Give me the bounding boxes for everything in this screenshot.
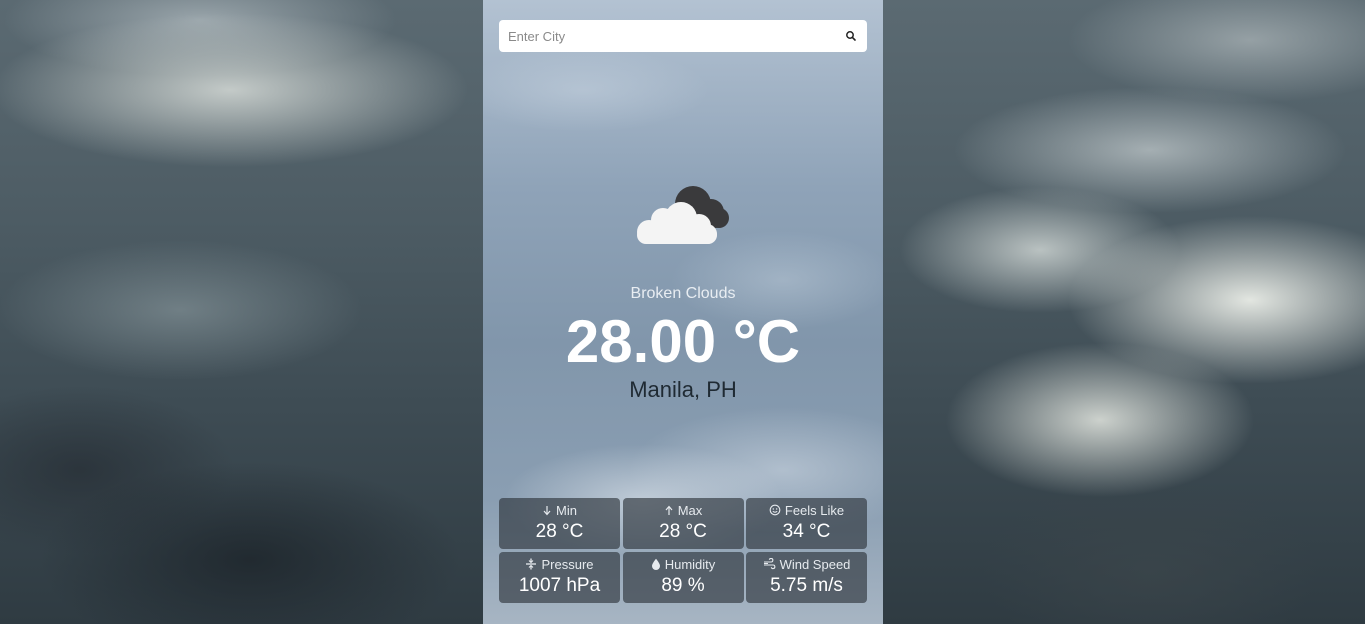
wind-icon	[763, 558, 776, 570]
stat-label: Feels Like	[784, 502, 845, 518]
broken-clouds-icon	[633, 182, 733, 248]
arrow-down-icon	[542, 505, 552, 516]
stat-pressure: Pressure 1007 hPa	[499, 552, 620, 603]
stat-value: 89 %	[661, 575, 705, 596]
stat-value: 5.75 m/s	[770, 575, 843, 596]
stat-label: Min	[556, 502, 577, 518]
stat-feels-like: Feels Like 34 °C	[746, 498, 867, 549]
weather-panel: Broken Clouds 28.00 °C Manila, PH Min 28…	[483, 0, 883, 624]
weather-condition: Broken Clouds	[630, 285, 736, 302]
stat-value: 28 °C	[535, 521, 584, 542]
stat-value: 34 °C	[782, 521, 831, 542]
stat-label: Max	[677, 502, 703, 518]
stat-label: Humidity	[664, 556, 716, 572]
current-temperature: 28.00 °C	[565, 308, 801, 375]
arrow-up-icon	[664, 505, 674, 516]
search-icon[interactable]	[843, 28, 859, 44]
stat-humidity: Humidity 89 %	[622, 552, 744, 603]
city-location: Manila, PH	[629, 377, 737, 402]
stat-value: 1007 hPa	[518, 575, 601, 596]
stat-label: Wind Speed	[779, 556, 851, 572]
stat-min: Min 28 °C	[499, 498, 620, 549]
city-search-input[interactable]	[508, 26, 828, 46]
stat-max: Max 28 °C	[622, 498, 744, 549]
search-bar	[499, 20, 867, 52]
stat-label: Pressure	[541, 556, 594, 572]
droplet-icon	[651, 558, 661, 570]
weather-stats-grid: Min 28 °C Max 28 °C Feels Like 34 °C Pre…	[499, 498, 867, 603]
pressure-icon	[525, 558, 537, 570]
stat-wind-speed: Wind Speed 5.75 m/s	[746, 552, 867, 603]
stat-value: 28 °C	[659, 521, 707, 542]
smiley-icon	[769, 504, 781, 516]
